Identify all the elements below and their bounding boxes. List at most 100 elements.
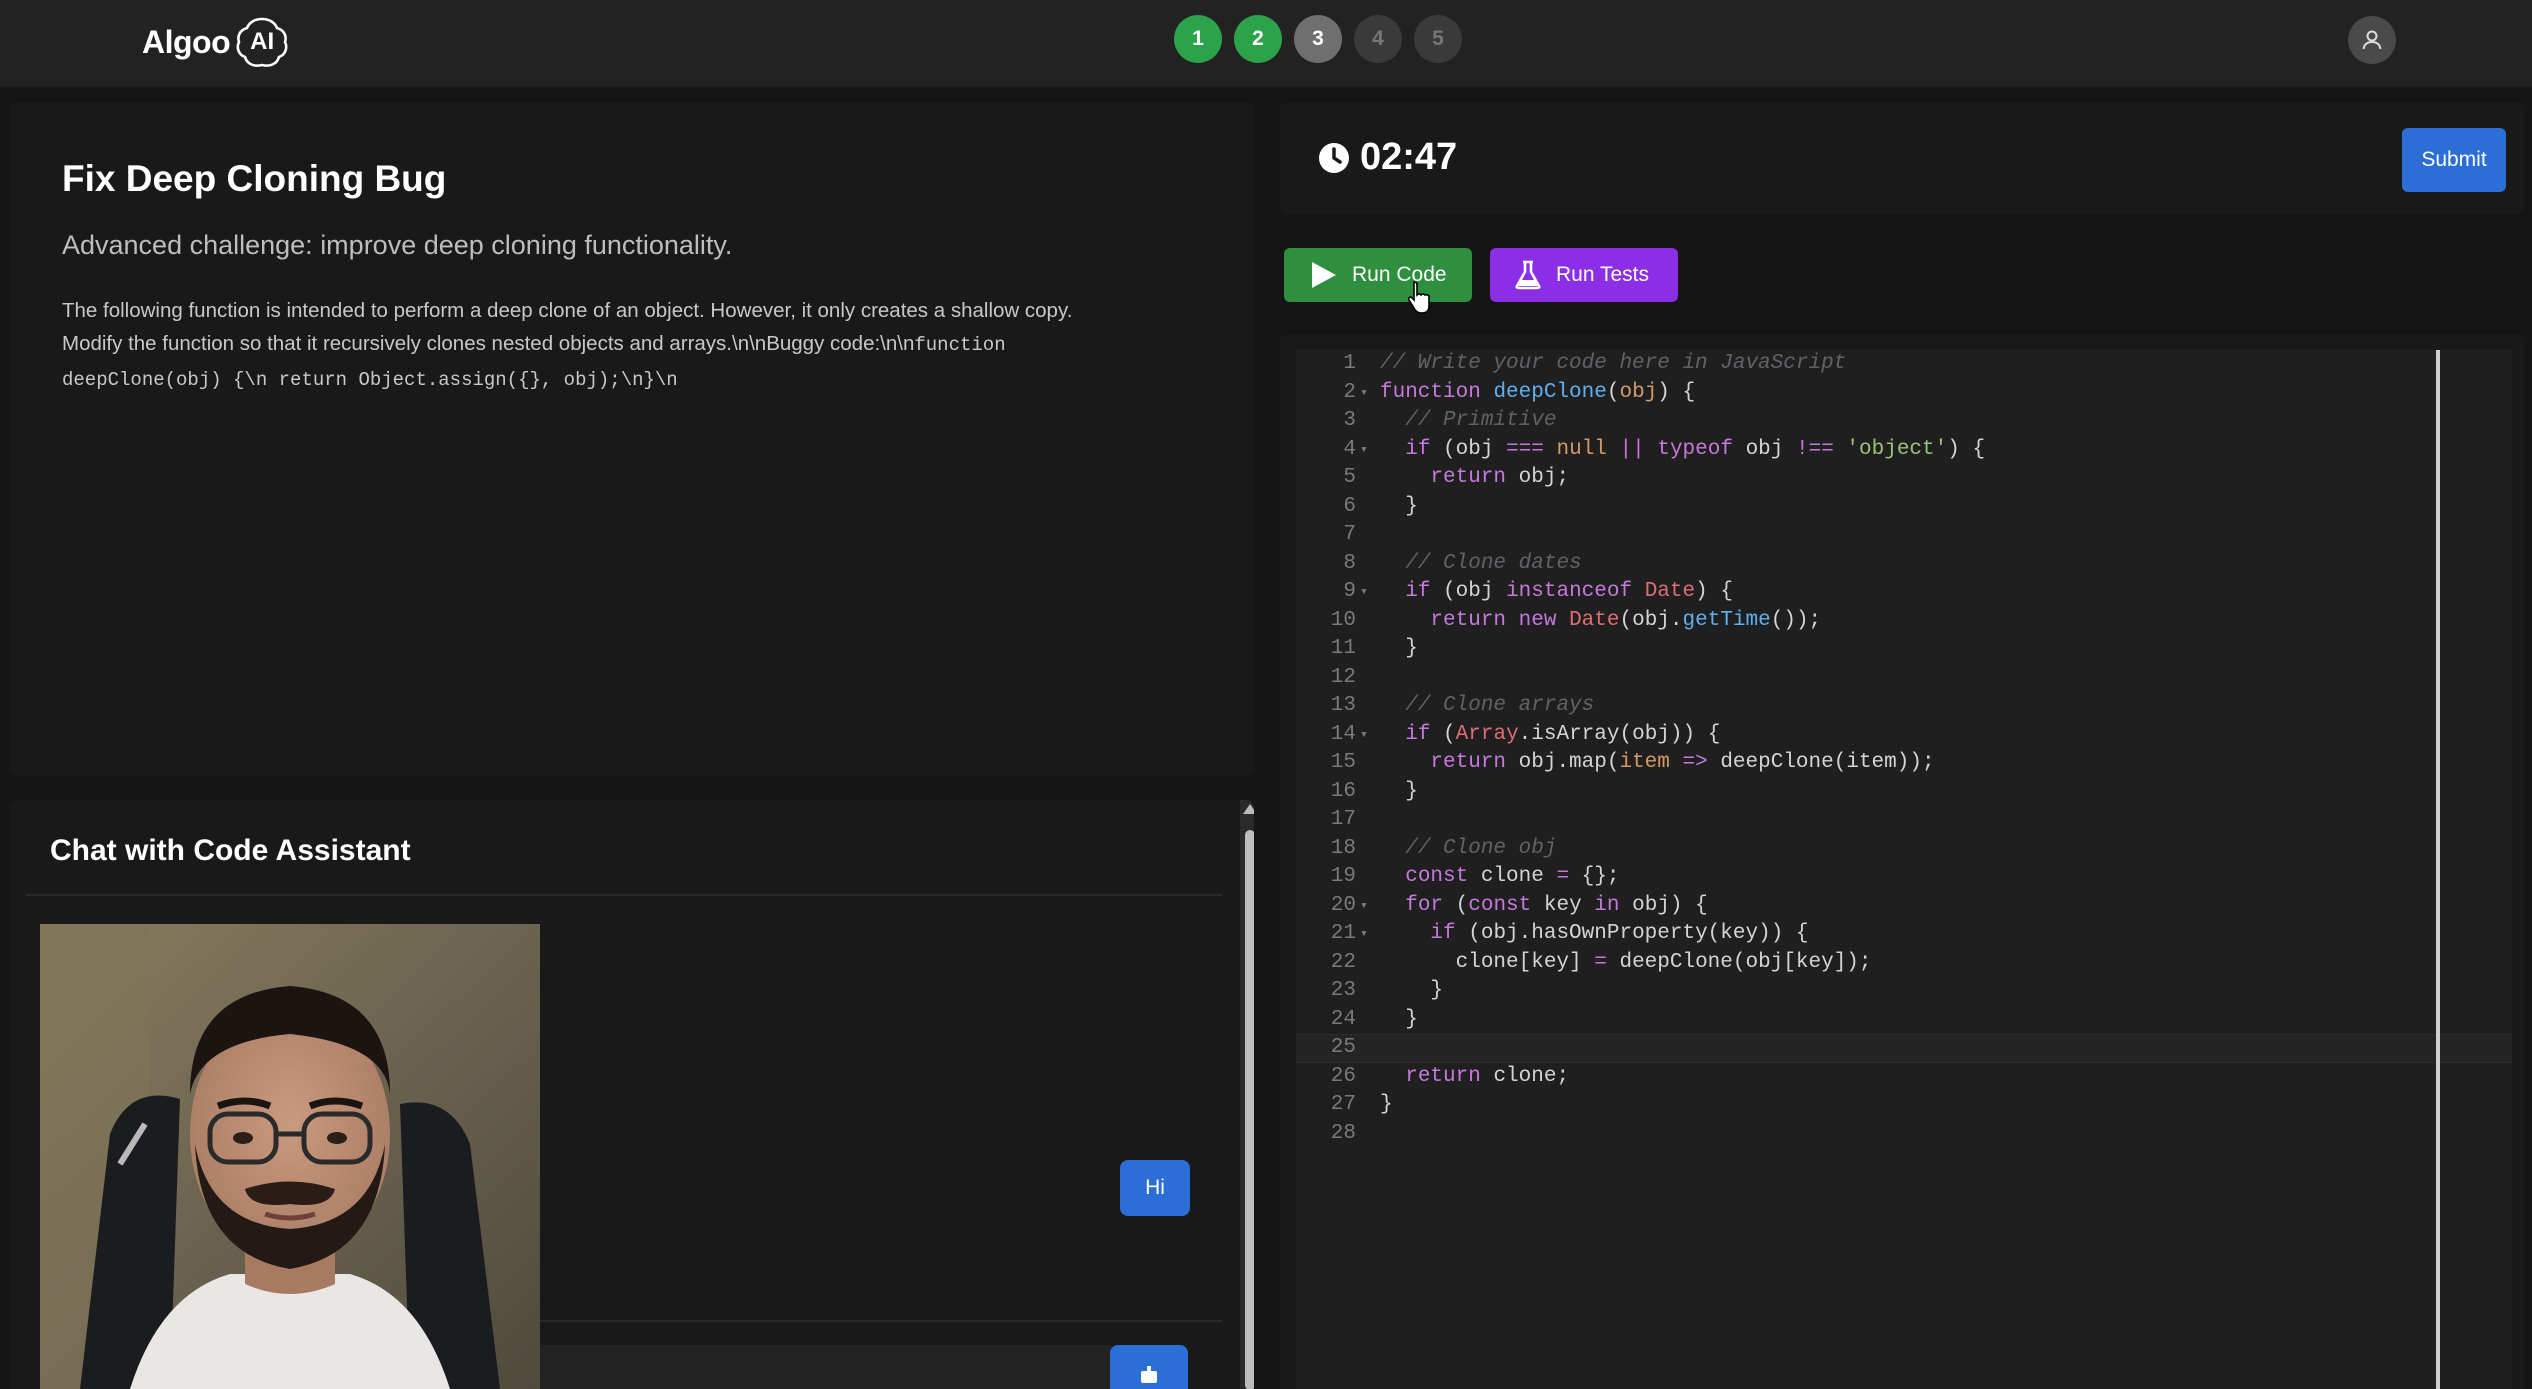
problem-description-text: Modify the function so that it recursive… xyxy=(62,332,915,355)
line-number: 22 xyxy=(1330,950,1356,974)
line-number: 16 xyxy=(1330,779,1356,803)
webcam-video xyxy=(40,924,540,1389)
problem-description: The following function is intended to pe… xyxy=(62,294,1202,397)
chat-input-divider xyxy=(540,1320,1222,1322)
code-line[interactable]: 4 ▾ if (obj === null || typeof obj !== 'o… xyxy=(1296,436,2436,465)
code-line[interactable]: 25 xyxy=(1296,1034,2436,1063)
chat-message-user: Hi xyxy=(1120,1160,1190,1216)
line-number: 6 xyxy=(1343,494,1356,518)
code-line[interactable]: 1// Write your code here in JavaScript xyxy=(1296,350,2436,379)
problem-description-line-3: deepClone(obj) {\n return Object.assign(… xyxy=(62,362,1202,397)
line-number: 28 xyxy=(1330,1121,1356,1145)
line-number: 12 xyxy=(1330,665,1356,689)
line-number: 8 xyxy=(1343,551,1356,575)
step-5: 5 xyxy=(1414,15,1462,63)
line-number: 15 xyxy=(1330,751,1356,774)
timer-panel: 02:47 xyxy=(1280,102,2524,214)
logo-badge-text: AI xyxy=(250,28,275,55)
line-number: 20 xyxy=(1330,893,1356,917)
code-line[interactable]: 26 return clone; xyxy=(1296,1063,2436,1092)
code-line[interactable]: 10 return new Date(obj.getTime()); xyxy=(1296,607,2436,636)
line-number: 27 xyxy=(1330,1093,1356,1116)
line-number: 23 xyxy=(1330,979,1356,1002)
code-line[interactable]: 23 } xyxy=(1296,977,2436,1006)
line-number: 21 xyxy=(1330,922,1356,945)
code-line[interactable]: 3 // Primitive xyxy=(1296,407,2436,436)
scroll-thumb[interactable] xyxy=(1245,830,1254,1389)
line-number: 24 xyxy=(1330,1007,1356,1031)
logo-text: Algoo xyxy=(142,23,231,60)
line-number: 13 xyxy=(1330,694,1356,717)
code-line[interactable]: 8 // Clone dates xyxy=(1296,550,2436,579)
line-number: 1 xyxy=(1343,352,1356,375)
chat-scrollbar[interactable] xyxy=(1240,800,1254,1389)
line-number: 5 xyxy=(1343,466,1356,489)
problem-description-line-2: Modify the function so that it recursive… xyxy=(62,327,1202,362)
step-4: 4 xyxy=(1354,15,1402,63)
line-number: 4 xyxy=(1343,437,1356,461)
problem-description-line-1: The following function is intended to pe… xyxy=(62,299,1073,322)
send-button[interactable] xyxy=(1110,1345,1188,1389)
code-line[interactable]: 7 xyxy=(1296,521,2436,550)
chat-divider xyxy=(26,894,1222,896)
line-number: 18 xyxy=(1330,836,1356,860)
code-line[interactable]: 5 return obj; xyxy=(1296,464,2436,493)
line-number: 10 xyxy=(1330,608,1356,632)
run-tests-button[interactable]: Run Tests xyxy=(1490,248,1678,302)
user-icon xyxy=(2362,30,2382,50)
code-line[interactable]: 16 } xyxy=(1296,778,2436,807)
line-number: 19 xyxy=(1330,865,1356,888)
code-editor[interactable]: 1// Write your code here in JavaScript 2… xyxy=(1296,350,2512,1389)
code-line[interactable]: 24 } xyxy=(1296,1006,2436,1035)
problem-panel: Fix Deep Cloning Bug Advanced challenge:… xyxy=(10,102,1254,776)
send-icon xyxy=(1141,1366,1157,1383)
step-1[interactable]: 1 xyxy=(1174,15,1222,63)
timer: 02:47 xyxy=(1318,136,1457,179)
code-line[interactable]: 18 // Clone obj xyxy=(1296,835,2436,864)
app-logo[interactable]: Algoo AI xyxy=(142,14,290,70)
editor-vertical-rule xyxy=(2436,350,2440,1389)
line-number: 17 xyxy=(1330,808,1356,831)
problem-title: Fix Deep Cloning Bug xyxy=(62,158,447,199)
code-line[interactable]: 15 return obj.map(item => deepClone(item… xyxy=(1296,749,2436,778)
code-line[interactable]: 12 xyxy=(1296,664,2436,693)
scroll-up-arrow[interactable] xyxy=(1243,804,1254,814)
play-icon xyxy=(1312,262,1336,288)
line-number: 2 xyxy=(1343,380,1356,404)
step-3[interactable]: 3 xyxy=(1294,15,1342,63)
step-2[interactable]: 2 xyxy=(1234,15,1282,63)
logo-badge: AI xyxy=(234,14,290,70)
line-number: 9 xyxy=(1343,580,1356,603)
run-code-button[interactable]: Run Code xyxy=(1284,248,1472,302)
run-tests-label: Run Tests xyxy=(1556,263,1649,286)
code-line[interactable]: 28 xyxy=(1296,1120,2436,1149)
chat-title: Chat with Code Assistant xyxy=(50,834,411,867)
code-line[interactable]: 27} xyxy=(1296,1091,2436,1120)
problem-description-code-1: function xyxy=(914,334,1006,356)
line-number: 7 xyxy=(1343,523,1356,546)
profile-button[interactable] xyxy=(2348,16,2396,64)
code-line[interactable]: 17 xyxy=(1296,806,2436,835)
line-number: 11 xyxy=(1330,637,1356,660)
problem-description-code-2: deepClone(obj) {\n return Object.assign(… xyxy=(62,369,678,391)
problem-subtitle: Advanced challenge: improve deep cloning… xyxy=(62,230,733,260)
code-line[interactable]: 22 clone[key] = deepClone(obj[key]); xyxy=(1296,949,2436,978)
code-line[interactable]: 19 const clone = {}; xyxy=(1296,863,2436,892)
step-progress: 1 2 3 4 5 xyxy=(1174,15,1462,63)
code-line[interactable]: 9 ▾ if (obj instanceof Date) { xyxy=(1296,578,2436,607)
flask-icon xyxy=(1515,260,1541,290)
submit-button[interactable]: Submit xyxy=(2402,128,2506,192)
chat-panel: Chat with Code Assistant Hi xyxy=(10,800,1254,1389)
code-line[interactable]: 2 ▾ function deepClone(obj) { xyxy=(1296,379,2436,408)
code-line[interactable]: 11 } xyxy=(1296,635,2436,664)
code-line[interactable]: 21 ▾ if (obj.hasOwnProperty(key)) { xyxy=(1296,920,2436,949)
code-line[interactable]: 6 } xyxy=(1296,493,2436,522)
chat-input[interactable] xyxy=(540,1345,1112,1389)
code-line[interactable]: 14 ▾ if (Array.isArray(obj)) { xyxy=(1296,721,2436,750)
code-line[interactable]: 13 // Clone arrays xyxy=(1296,692,2436,721)
code-line[interactable]: 20 ▾ for (const key in obj) { xyxy=(1296,892,2436,921)
top-bar: Algoo AI 1 2 3 4 5 xyxy=(0,0,2532,88)
mouse-cursor-icon xyxy=(1407,281,1430,314)
clock-icon xyxy=(1319,142,1349,173)
line-number: 26 xyxy=(1330,1064,1356,1088)
